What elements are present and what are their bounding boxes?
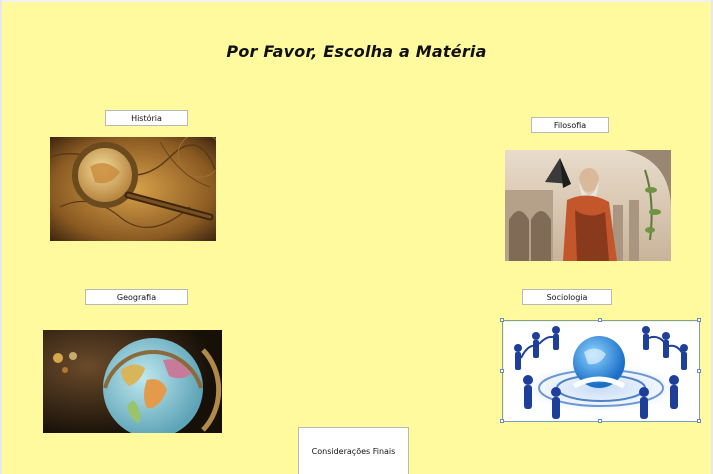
filosofia-button[interactable]: Filosofia bbox=[531, 117, 609, 133]
window-left-edge bbox=[0, 0, 2, 474]
geografia-image[interactable] bbox=[43, 330, 222, 433]
people-around-globe-icon bbox=[504, 322, 699, 421]
map-magnifier-icon bbox=[50, 137, 216, 241]
resize-handle-top-right[interactable] bbox=[697, 318, 701, 322]
historia-image[interactable] bbox=[50, 137, 216, 241]
resize-handle-right[interactable] bbox=[697, 369, 701, 373]
window-top-edge bbox=[0, 0, 713, 2]
sociologia-image[interactable] bbox=[504, 322, 699, 421]
resize-handle-top[interactable] bbox=[598, 318, 602, 322]
geografia-button[interactable]: Geografia bbox=[85, 289, 188, 305]
resize-handle-bottom-right[interactable] bbox=[697, 419, 701, 423]
philosopher-fresco-icon bbox=[505, 150, 671, 261]
consideracoes-finais-button[interactable]: Considerações Finais bbox=[298, 427, 409, 474]
resize-handle-bottom[interactable] bbox=[598, 419, 602, 423]
page-title: Por Favor, Escolha a Matéria bbox=[226, 42, 487, 61]
resize-handle-top-left[interactable] bbox=[500, 318, 504, 322]
filosofia-image[interactable] bbox=[505, 150, 671, 261]
globe-icon bbox=[43, 330, 222, 433]
sociologia-button[interactable]: Sociologia bbox=[522, 289, 612, 305]
resize-handle-bottom-left[interactable] bbox=[500, 419, 504, 423]
historia-button[interactable]: História bbox=[105, 110, 188, 126]
resize-handle-left[interactable] bbox=[500, 369, 504, 373]
